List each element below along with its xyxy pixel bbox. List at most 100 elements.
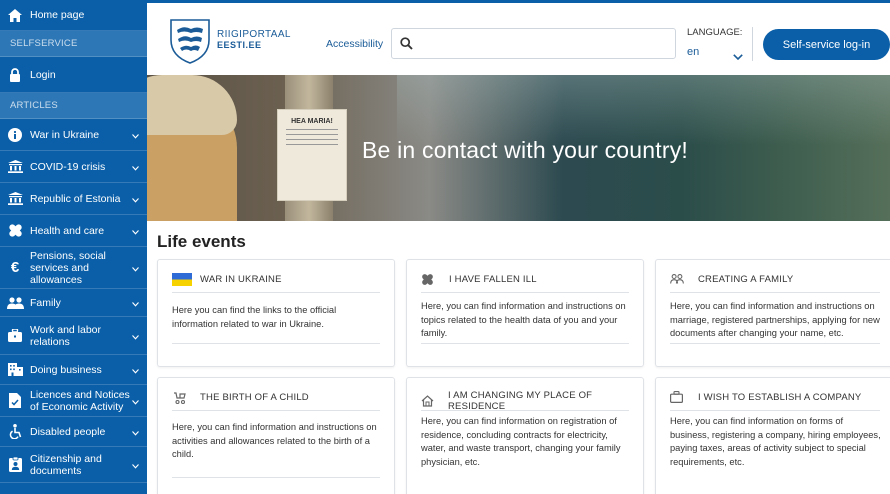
home-icon — [421, 394, 442, 408]
card-divider — [670, 292, 880, 293]
sidebar-item-label: Health and care — [30, 224, 105, 237]
sidebar-item-doing-business[interactable]: Doing business — [0, 355, 147, 385]
hero-background — [397, 75, 890, 145]
search-input[interactable] — [420, 33, 670, 55]
sidebar-item-family[interactable]: Family — [0, 289, 147, 317]
euro-icon: € — [10, 259, 20, 276]
sidebar: Home page SELFSERVICE Login ARTICLES War… — [0, 0, 147, 494]
poster-line — [286, 129, 338, 130]
sidebar-item-login[interactable]: Login — [0, 57, 147, 93]
family-icon — [670, 272, 692, 286]
top-header: RIIGIPORTAAL EESTI.EE Accessibility LANG… — [147, 0, 890, 75]
brand-name[interactable]: RIIGIPORTAAL EESTI.EE — [217, 29, 291, 51]
card-divider — [421, 410, 629, 411]
building-icon — [0, 363, 30, 376]
chevron-down-icon — [132, 190, 139, 208]
card-description: Here, you can find information and instr… — [670, 301, 880, 338]
card-title: I AM CHANGING MY PLACE OF RESIDENCE — [421, 390, 643, 412]
accessibility-icon — [0, 424, 30, 439]
sidebar-item-label: Republic of Estonia — [30, 192, 121, 205]
sidebar-item-work-and-labor[interactable]: Work and labor relations — [0, 317, 147, 355]
home-icon — [0, 8, 30, 22]
card-title-label: I AM CHANGING MY PLACE OF RESIDENCE — [448, 390, 593, 412]
chevron-down-icon — [132, 126, 139, 144]
poster-line — [286, 144, 338, 145]
sidebar-item-disabled-people[interactable]: Disabled people — [0, 417, 147, 447]
hero-poster-text: HEA MARIA! — [291, 118, 333, 125]
card-divider — [172, 292, 380, 293]
institution-icon — [0, 192, 30, 205]
sidebar-item-licences[interactable]: Licences and Notices of Economic Activit… — [0, 385, 147, 417]
card-description: Here you can find the links to the offic… — [172, 305, 337, 329]
chevron-down-icon — [132, 456, 139, 474]
brand-line-2: EESTI.EE — [217, 40, 262, 50]
sidebar-item-health-and-care[interactable]: Health and care — [0, 215, 147, 247]
sidebar-section-selfservice: SELFSERVICE — [0, 31, 147, 57]
life-event-card-war-in-ukraine[interactable]: WAR IN UKRAINE Here you can find the lin… — [157, 259, 395, 367]
health-icon — [0, 223, 30, 238]
poster-line — [286, 134, 338, 135]
sidebar-item-label: Licences and Notices of Economic Activit… — [30, 388, 130, 413]
life-event-card-changing-residence[interactable]: I AM CHANGING MY PLACE OF RESIDENCE Here… — [406, 377, 644, 494]
sidebar-item-label: Citizenship and documents — [30, 452, 102, 477]
self-service-login-button[interactable]: Self-service log-in — [763, 29, 890, 60]
institution-icon — [0, 160, 30, 173]
chevron-down-icon — [733, 47, 743, 65]
life-events-title: Life events — [157, 232, 246, 251]
card-title: THE BIRTH OF A CHILD — [172, 390, 309, 404]
sidebar-section-articles: ARTICLES — [0, 93, 147, 119]
card-description: Here, you can find information on forms … — [670, 416, 881, 467]
sidebar-item-covid-19-crisis[interactable]: COVID-19 crisis — [0, 151, 147, 183]
chevron-down-icon — [132, 423, 139, 441]
baby-stroller-icon — [172, 390, 194, 404]
chevron-down-icon — [132, 327, 139, 345]
estonia-coat-of-arms-logo[interactable] — [169, 18, 211, 65]
card-divider — [670, 343, 880, 344]
card-title-label: CREATING A FAMILY — [698, 273, 794, 285]
sidebar-item-pensions[interactable]: € Pensions, social services and allowanc… — [0, 247, 147, 289]
life-event-card-fallen-ill[interactable]: I HAVE FALLEN ILL Here, you can find inf… — [406, 259, 644, 367]
chevron-down-icon — [132, 361, 139, 379]
chevron-down-icon — [132, 222, 139, 240]
lock-icon — [0, 67, 30, 82]
search-icon — [400, 37, 413, 55]
card-description: Here, you can find information on regist… — [421, 416, 621, 467]
card-divider — [172, 477, 380, 478]
sidebar-item-citizenship[interactable]: Citizenship and documents — [0, 447, 147, 483]
family-icon — [0, 296, 30, 309]
sidebar-item-war-in-ukraine[interactable]: War in Ukraine — [0, 119, 147, 151]
brand-line-1: RIIGIPORTAAL — [217, 29, 291, 40]
search-box[interactable] — [391, 28, 676, 59]
life-event-card-establish-company[interactable]: I WISH TO ESTABLISH A COMPANY Here, you … — [655, 377, 890, 494]
sidebar-item-label: Pensions, social services and allowances — [30, 249, 106, 286]
sidebar-item-label: Login — [30, 68, 56, 81]
card-divider — [172, 343, 380, 344]
language-label: LANGUAGE: — [687, 27, 743, 38]
id-card-icon — [0, 457, 30, 472]
hero-banner: HEA MARIA! Be in contact with your count… — [147, 75, 890, 221]
chevron-down-icon — [132, 259, 139, 277]
app-root: Home page SELFSERVICE Login ARTICLES War… — [0, 0, 890, 494]
life-event-card-creating-family[interactable]: CREATING A FAMILY Here, you can find inf… — [655, 259, 890, 367]
info-icon — [0, 127, 30, 142]
accessibility-link[interactable]: Accessibility — [326, 38, 383, 50]
card-divider — [670, 410, 880, 411]
briefcase-icon — [670, 390, 692, 404]
card-title-label: I WISH TO ESTABLISH A COMPANY — [698, 391, 862, 403]
health-icon — [421, 272, 443, 286]
sidebar-item-home[interactable]: Home page — [0, 0, 147, 31]
life-event-card-birth-of-child[interactable]: THE BIRTH OF A CHILD Here, you can find … — [157, 377, 395, 494]
card-title: I HAVE FALLEN ILL — [421, 272, 537, 286]
sidebar-item-label: Family — [30, 296, 61, 309]
card-title: WAR IN UKRAINE — [172, 272, 282, 286]
card-title-label: WAR IN UKRAINE — [200, 273, 282, 285]
sidebar-item-label: COVID-19 crisis — [30, 160, 106, 173]
poster-line — [286, 139, 338, 140]
language-selector[interactable]: LANGUAGE: en — [687, 27, 753, 61]
briefcase-icon — [0, 329, 30, 342]
sidebar-item-label: War in Ukraine — [30, 128, 100, 141]
card-title-label: I HAVE FALLEN ILL — [449, 273, 537, 285]
hero-poster-image: HEA MARIA! — [277, 109, 347, 201]
sidebar-item-republic-of-estonia[interactable]: Republic of Estonia — [0, 183, 147, 215]
chevron-down-icon — [132, 392, 139, 410]
